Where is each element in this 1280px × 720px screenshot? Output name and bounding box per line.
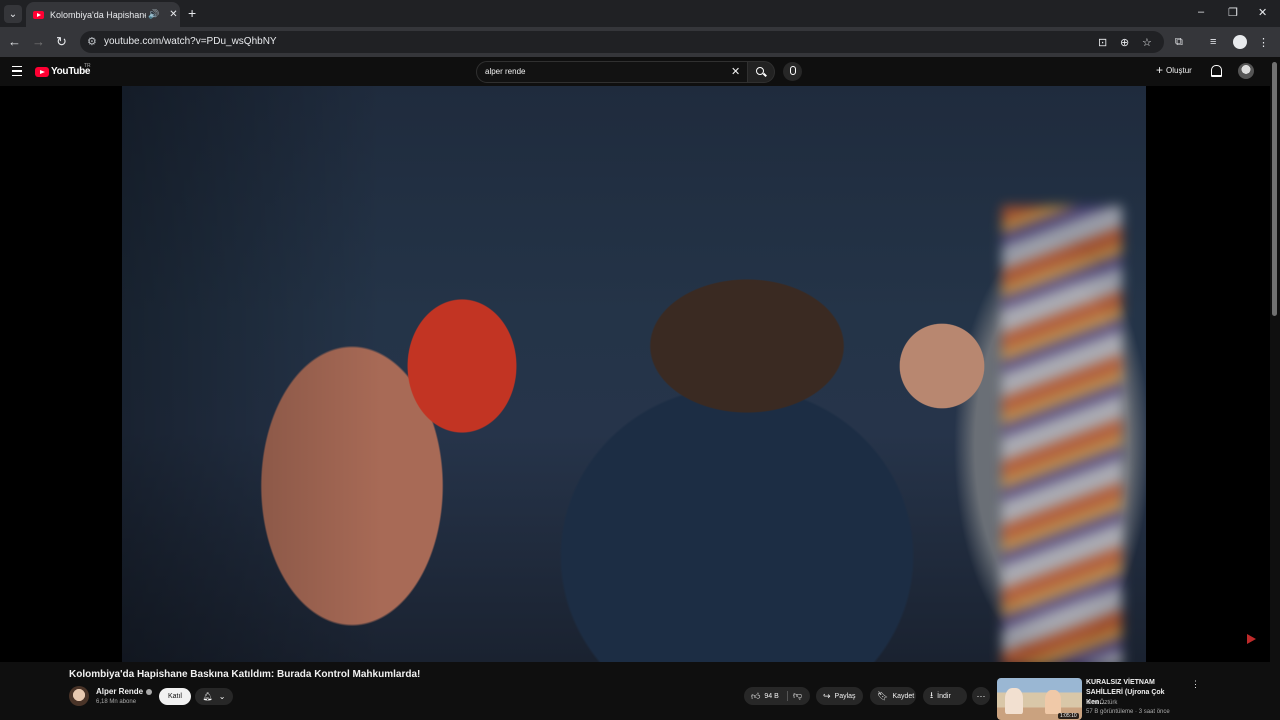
- browser-tab[interactable]: Kolombiya'da Hapishane B 🔊 ✕: [26, 2, 180, 27]
- recommended-video-duration: 1:05:10: [1058, 713, 1079, 719]
- bell-icon: 🔔︎: [202, 692, 213, 701]
- minimize-icon[interactable]: –: [1198, 6, 1204, 18]
- voice-search-icon[interactable]: [783, 62, 802, 81]
- more-actions-button[interactable]: ⋯: [972, 687, 990, 705]
- back-icon[interactable]: ←: [8, 34, 21, 49]
- channel-watermark-icon[interactable]: [1247, 634, 1256, 644]
- recommended-video-menu-icon[interactable]: ⋮: [1191, 679, 1200, 690]
- download-label: İndir: [937, 692, 951, 700]
- subscription-notify-button[interactable]: 🔔︎ ⌄: [195, 688, 233, 705]
- account-avatar[interactable]: [1238, 63, 1254, 79]
- tab-title: Kolombiya'da Hapishane B: [50, 9, 146, 20]
- subscriber-count: 6,18 Mn abone: [96, 699, 137, 705]
- share-button[interactable]: ↪ Paylaş: [816, 687, 863, 705]
- dislike-icon[interactable]: 👎︎: [793, 690, 802, 701]
- notifications-icon[interactable]: [1211, 65, 1222, 77]
- country-code: TR: [84, 63, 91, 69]
- extensions-icon[interactable]: ⧉: [1175, 36, 1183, 49]
- site-info-icon[interactable]: ⚙: [87, 35, 97, 48]
- reload-icon[interactable]: ↻: [56, 34, 67, 50]
- like-icon[interactable]: 👍︎: [751, 691, 760, 702]
- tab-close-icon[interactable]: ✕: [169, 9, 177, 20]
- more-horizontal-icon: ⋯: [976, 690, 986, 701]
- recommended-video-meta: 57 B görüntüleme · 3 saat önce: [1086, 709, 1170, 715]
- download-icon: ⭳: [930, 690, 934, 700]
- save-label: Kaydet: [892, 692, 915, 700]
- join-button[interactable]: Katıl: [159, 688, 191, 705]
- download-button[interactable]: ⭳ İndir: [923, 687, 967, 705]
- bookmark-star-icon[interactable]: ☆: [1142, 36, 1152, 49]
- video-frame: [122, 86, 1146, 662]
- channel-name[interactable]: Alper Rende: [96, 687, 153, 696]
- window-close-icon[interactable]: ✕: [1258, 6, 1267, 19]
- url-text: youtube.com/watch?v=PDu_wsQhbNY: [104, 36, 277, 47]
- restore-icon[interactable]: ❐: [1228, 6, 1238, 19]
- create-label: Oluştur: [1166, 65, 1192, 75]
- install-app-icon[interactable]: ⊡: [1098, 36, 1107, 49]
- new-tab-icon[interactable]: +: [188, 5, 196, 21]
- address-bar[interactable]: ⚙ youtube.com/watch?v=PDu_wsQhbNY ⊡ ⊕ ☆: [80, 31, 1164, 53]
- create-button[interactable]: + Oluştur: [1156, 63, 1192, 77]
- audio-playing-icon[interactable]: 🔊: [148, 9, 159, 20]
- verified-badge-icon: [146, 688, 153, 695]
- like-dislike-group: 👍︎ 94 B 👎︎: [744, 687, 810, 705]
- share-label: Paylaş: [834, 692, 856, 700]
- search-button[interactable]: [747, 61, 775, 83]
- guide-menu-icon[interactable]: [12, 66, 22, 76]
- recommended-video-channel[interactable]: Mert Öztürk: [1086, 700, 1117, 706]
- video-player[interactable]: [0, 86, 1270, 662]
- search-input[interactable]: alper rende ✕: [476, 61, 748, 83]
- browser-menu-icon[interactable]: ⋮: [1258, 36, 1269, 49]
- search-icon: [756, 67, 764, 75]
- media-control-icon[interactable]: ≡: [1210, 36, 1216, 48]
- forward-icon[interactable]: →: [32, 34, 45, 49]
- youtube-masthead: YouTube TR alper rende ✕ + Oluştur: [0, 57, 1280, 86]
- plus-icon: +: [1156, 63, 1164, 77]
- browser-toolbar: ← → ↻ ⚙ youtube.com/watch?v=PDu_wsQhbNY …: [0, 27, 1280, 57]
- video-title: Kolombiya'da Hapishane Baskına Katıldım:…: [69, 669, 421, 680]
- channel-avatar[interactable]: [69, 686, 89, 706]
- chevron-down-icon: ⌄: [218, 692, 226, 701]
- browser-tab-strip: ⌄ Kolombiya'da Hapishane B 🔊 ✕ + – ❐ ✕: [0, 0, 1280, 27]
- zoom-icon[interactable]: ⊕: [1120, 36, 1129, 49]
- clear-search-icon[interactable]: ✕: [731, 65, 740, 78]
- tab-search-icon[interactable]: ⌄: [4, 5, 22, 23]
- browser-profile-avatar[interactable]: [1233, 35, 1247, 49]
- search-query: alper rende: [485, 67, 526, 76]
- share-icon: ↪: [823, 690, 831, 701]
- youtube-favicon-icon: [33, 10, 44, 19]
- save-button[interactable]: 🔖︎ Kaydet: [870, 687, 916, 705]
- like-count[interactable]: 94 B: [764, 693, 778, 700]
- page-scrollbar[interactable]: [1272, 62, 1277, 316]
- bookmark-icon: 🔖︎: [877, 690, 889, 701]
- youtube-logo-icon[interactable]: [35, 67, 49, 77]
